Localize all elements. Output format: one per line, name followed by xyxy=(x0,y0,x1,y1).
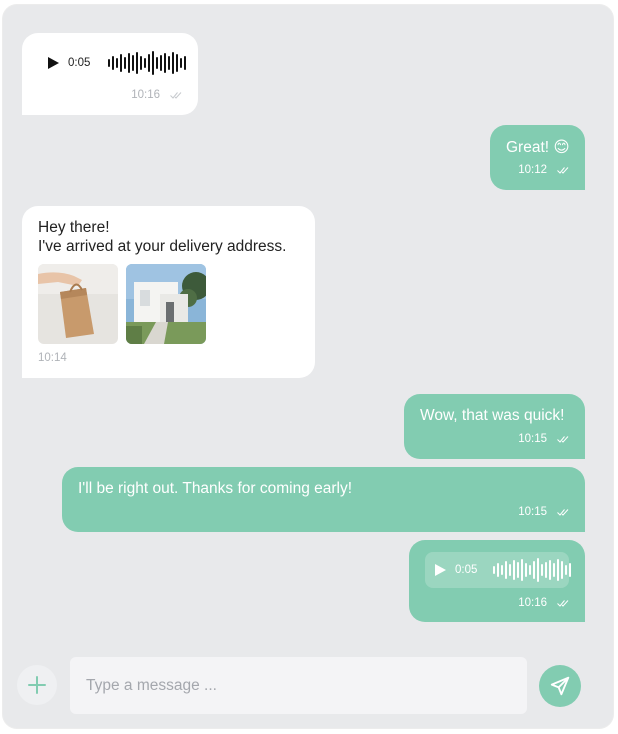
waveform-bar xyxy=(501,565,504,575)
incoming-text-message: Hey there! I've arrived at your delivery… xyxy=(22,206,315,378)
voice-duration: 0:05 xyxy=(68,57,91,69)
message-text: Hey there! I've arrived at your delivery… xyxy=(38,218,286,256)
message-text: I'll be right out. Thanks for coming ear… xyxy=(78,480,353,497)
voice-duration: 0:05 xyxy=(455,564,478,576)
message-line: I've arrived at your delivery address. xyxy=(38,238,287,255)
waveform-bar xyxy=(513,560,516,580)
waveform-bar xyxy=(148,54,151,72)
waveform-bar xyxy=(553,563,556,577)
waveform-bar xyxy=(561,561,564,579)
white-house-photo[interactable] xyxy=(126,264,206,344)
double-check-icon xyxy=(557,509,569,516)
waveform-bar xyxy=(144,58,147,68)
waveform-bar xyxy=(168,56,171,70)
waveform-bar xyxy=(545,562,548,578)
message-time: 10:14 xyxy=(38,352,67,364)
play-icon[interactable] xyxy=(48,57,59,69)
double-check-icon xyxy=(557,436,569,443)
attach-button[interactable] xyxy=(17,665,57,705)
voice-player[interactable]: 0:05 xyxy=(425,552,572,588)
waveform-bar xyxy=(565,565,568,575)
message-meta: 10:15 xyxy=(518,433,569,445)
send-icon xyxy=(550,676,570,696)
message-time: 10:15 xyxy=(518,506,547,518)
waveform-bar xyxy=(140,56,143,70)
message-meta: 10:12 xyxy=(518,164,569,176)
message-meta: 10:15 xyxy=(518,506,569,518)
waveform-bar xyxy=(180,58,183,68)
waveform-bar xyxy=(172,52,175,74)
waveform-bar xyxy=(517,562,520,578)
double-check-icon xyxy=(170,92,182,99)
waveform-bar xyxy=(509,564,512,576)
message-time: 10:12 xyxy=(518,164,547,176)
message-line: Hey there! xyxy=(38,219,110,236)
waveform-bar xyxy=(108,59,111,67)
waveform-bar xyxy=(120,54,123,72)
waveform-bar xyxy=(537,558,540,582)
outgoing-text-message: I'll be right out. Thanks for coming ear… xyxy=(62,467,585,532)
plus-icon xyxy=(28,676,46,694)
play-icon[interactable] xyxy=(435,564,446,576)
waveform-bar xyxy=(176,54,179,72)
outgoing-text-message: Great! 😊 10:12 xyxy=(490,125,585,190)
paper-bag-photo[interactable] xyxy=(38,264,118,344)
message-input[interactable] xyxy=(70,657,527,714)
waveform-bar xyxy=(533,561,536,579)
message-text: Great! 😊 xyxy=(506,139,570,156)
waveform-bar xyxy=(164,53,167,73)
double-check-icon xyxy=(557,167,569,174)
message-meta: 10:16 xyxy=(131,89,182,101)
waveform-bar xyxy=(152,51,155,75)
waveform-bar xyxy=(541,564,544,576)
waveform-bar xyxy=(184,56,187,70)
message-text: Wow, that was quick! xyxy=(420,407,565,424)
waveform-bar xyxy=(557,559,560,581)
waveform-bar xyxy=(132,55,135,71)
message-meta: 10:14 xyxy=(38,352,67,364)
waveform-bar xyxy=(156,57,159,69)
waveform-bar xyxy=(549,560,552,580)
double-check-icon xyxy=(557,600,569,607)
message-meta: 10:16 xyxy=(518,597,569,609)
message-time: 10:16 xyxy=(131,89,160,101)
voice-player[interactable]: 0:05 xyxy=(48,51,187,75)
waveform-bar xyxy=(505,561,508,579)
incoming-voice-message: 0:05 10:16 xyxy=(22,33,198,115)
waveform-bar xyxy=(497,563,500,577)
outgoing-text-message: Wow, that was quick! 10:15 xyxy=(404,394,585,459)
waveform-bar xyxy=(525,563,528,577)
waveform-bar xyxy=(569,563,572,577)
waveform-bar xyxy=(521,559,524,581)
waveform[interactable] xyxy=(493,558,572,582)
waveform-bar xyxy=(116,58,119,68)
waveform-bar xyxy=(112,56,115,70)
waveform-bar xyxy=(160,55,163,71)
waveform-bar xyxy=(136,52,139,74)
outgoing-voice-message: 0:05 10:16 xyxy=(409,540,585,622)
waveform-bar xyxy=(128,53,131,73)
waveform-bar xyxy=(529,565,532,575)
waveform-bar xyxy=(493,566,496,574)
waveform-bar xyxy=(124,57,127,69)
message-time: 10:15 xyxy=(518,433,547,445)
waveform[interactable] xyxy=(108,51,187,75)
send-button[interactable] xyxy=(539,665,581,707)
message-time: 10:16 xyxy=(518,597,547,609)
